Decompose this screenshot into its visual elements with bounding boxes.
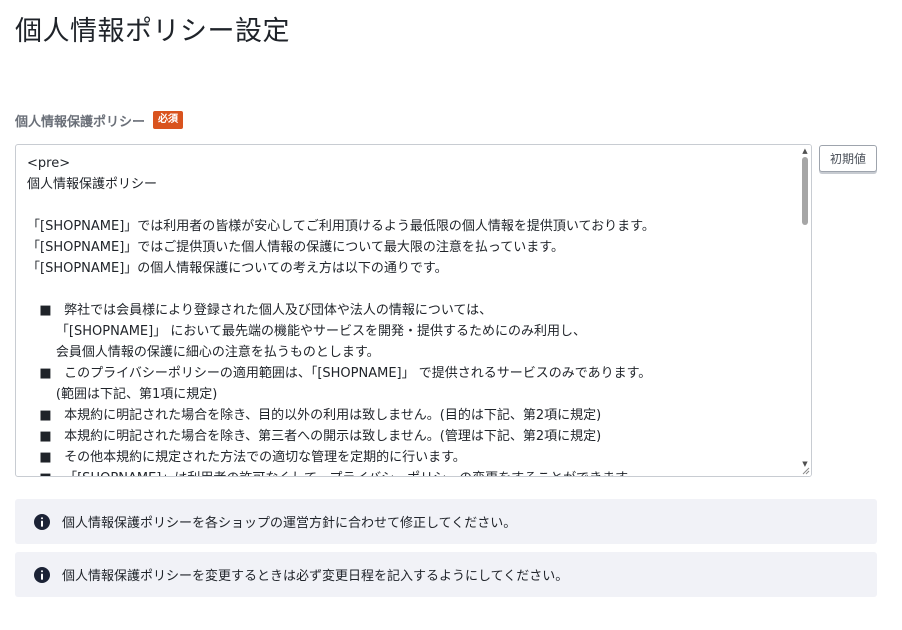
scroll-thumb[interactable] [802,157,808,225]
reset-default-button[interactable]: 初期値 [819,145,877,172]
notice-box: 個人情報保護ポリシーを変更するときは必ず変更日程を記入するようにしてください。 [15,552,877,597]
privacy-policy-textarea[interactable]: <pre> 個人情報保護ポリシー 「[SHOPNAME]」では利用者の皆様が安心… [15,144,812,477]
info-icon [34,513,50,530]
notice-box: 個人情報保護ポリシーを各ショップの運営方針に合わせて修正してください。 [15,499,877,544]
scroll-up-icon[interactable]: ▲ [799,145,811,157]
notice-text: 個人情報保護ポリシーを各ショップの運営方針に合わせて修正してください。 [62,516,517,531]
field-label: 個人情報保護ポリシー [15,114,146,130]
required-badge: 必須 [153,111,184,129]
resize-grip-icon[interactable] [801,466,810,475]
field-label-row: 個人情報保護ポリシー 必須 [15,110,184,130]
privacy-policy-settings-page: 個人情報ポリシー設定 個人情報保護ポリシー 必須 <pre> 個人情報保護ポリシ… [0,0,902,630]
info-icon [34,566,50,583]
privacy-policy-text[interactable]: <pre> 個人情報保護ポリシー 「[SHOPNAME]」では利用者の皆様が安心… [27,153,797,476]
notice-text: 個人情報保護ポリシーを変更するときは必ず変更日程を記入するようにしてください。 [62,569,569,584]
textarea-scrollbar[interactable]: ▲ ▼ [799,145,811,476]
page-title: 個人情報ポリシー設定 [15,16,290,47]
